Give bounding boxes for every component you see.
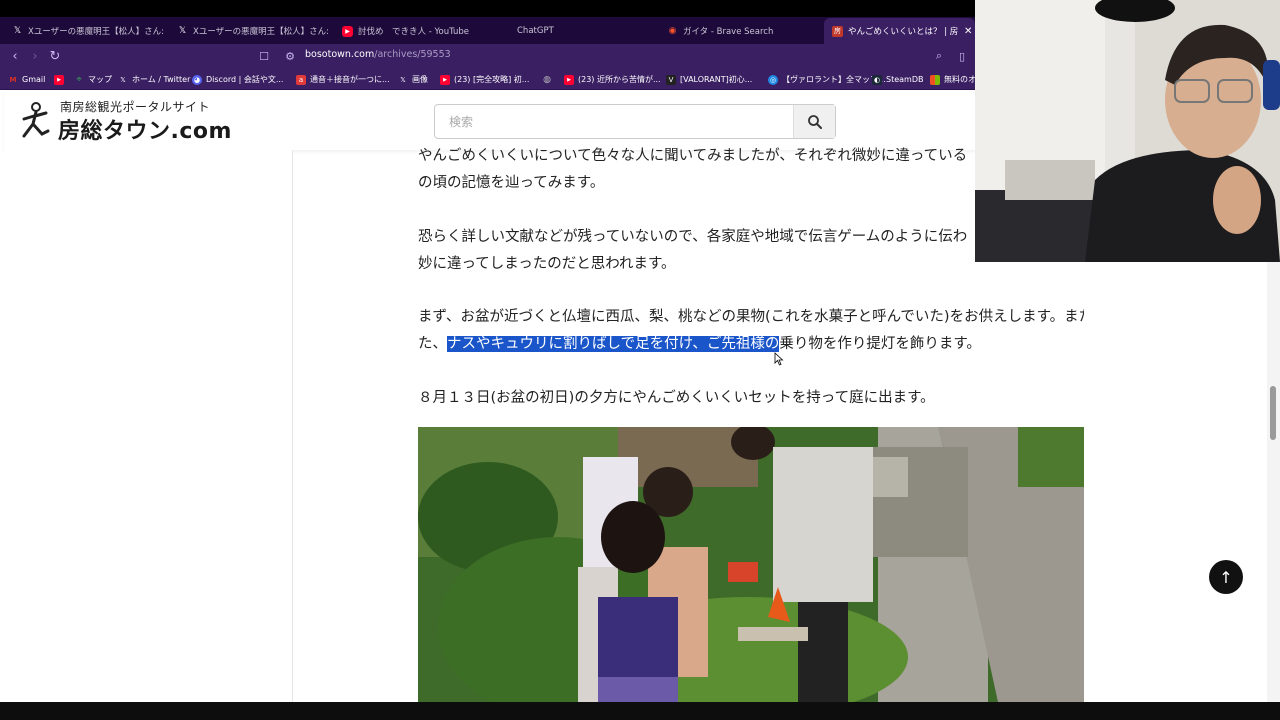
bookmark-steamdb[interactable]: ◐ SteamDB (872, 73, 923, 86)
bookmark-label: 通音＋接音が一つに... (310, 75, 390, 84)
search-button[interactable] (793, 105, 835, 138)
paragraph-3: まず、お盆が近づくと仏壇に西瓜、梨、桃などの果物(これを水菓子と呼んでいた)をお… (418, 304, 1088, 358)
tab-brave-search[interactable]: ◉ ガイタ - Brave Search (659, 20, 824, 42)
bookmark-label: (23) [完全攻略] 初... (454, 75, 530, 84)
steam-icon: ◐ (872, 74, 882, 85)
bookmark-maps[interactable]: ⌖ マップ (74, 73, 112, 86)
youtube-icon: ▶ (54, 74, 64, 85)
compass-icon: ◎ (768, 74, 778, 85)
bookmark-label: SteamDB (886, 75, 924, 84)
forward-icon[interactable]: › (25, 46, 45, 66)
back-icon[interactable]: ‹ (5, 46, 25, 66)
valorant-icon: V (666, 74, 676, 85)
bookmark-label: Gmail (22, 75, 46, 84)
left-sidebar (4, 150, 293, 702)
selected-text-highlight[interactable]: ナスやキュウリに割りばしで足を付け、ご先祖様の (447, 336, 780, 352)
tab-label: Xユーザーの悪魔明王【松人】さん: 「https: (193, 27, 334, 37)
tab-label: Xユーザーの悪魔明王【松人】さん: 「https: (28, 27, 169, 37)
site-logo-text[interactable]: 房総タウン.com (58, 113, 232, 145)
text-line: ８月１３日(お盆の初日)の夕方にやんごめくいくいセットを持って庭に出ます。 (418, 390, 935, 406)
bookmark-label: (23) 近所から苦情が... (578, 75, 661, 84)
x-icon: 𝕏 (13, 26, 22, 36)
windows-icon (930, 74, 940, 85)
zoom-icon[interactable]: ⌕ (931, 48, 947, 64)
bookmark-globe[interactable]: ◍ (542, 73, 556, 86)
bookmark-free[interactable]: 無料のオ (930, 73, 976, 86)
app-icon: a (296, 74, 306, 85)
x-icon: 𝕏 (400, 75, 406, 84)
article-photo (418, 427, 1084, 702)
bookmark-audio[interactable]: a 通音＋接音が一つに... (296, 73, 390, 86)
tab-chatgpt[interactable]: ChatGPT (499, 20, 659, 42)
discord-icon: ◕ (192, 74, 202, 85)
search-box (434, 104, 836, 139)
youtube-icon: ▶ (342, 25, 353, 37)
tab-x-1[interactable]: 𝕏 Xユーザーの悪魔明王【松人】さん: 「https: (4, 20, 169, 42)
bookmark-label: マップ (88, 75, 112, 84)
bookmark-gmail[interactable]: M Gmail (8, 73, 46, 86)
tab-label: 討伐め できき人 - YouTube (358, 27, 470, 37)
x-icon: 𝕏 (120, 75, 126, 84)
search-icon (807, 114, 822, 129)
tab-x-2[interactable]: 𝕏 Xユーザーの悪魔明王【松人】さん: 「https: (169, 20, 334, 42)
bookmark-valorant[interactable]: V [VALORANT]初心... (666, 73, 752, 86)
browser-window: 𝕏 Xユーザーの悪魔明王【松人】さん: 「https: 𝕏 Xユーザーの悪魔明王… (0, 0, 1280, 720)
bookmark-label: Discord | 会話や文... (206, 75, 284, 84)
close-tab-icon[interactable]: ✕ (964, 26, 972, 37)
bookmark-label: ホーム / Twitter (132, 75, 191, 84)
url-field[interactable]: bosotown.com/archives/59553 (305, 49, 451, 60)
url-path: /archives/59553 (374, 49, 451, 60)
mouse-cursor-icon (774, 352, 784, 366)
youtube-icon: ▶ (440, 74, 450, 85)
bookmark-label: 【ヴァロラント】全マップ... (782, 75, 886, 84)
tab-label: やんごめくいくいとは？ | 房総タウン (848, 27, 958, 37)
bookmark-discord[interactable]: ◕ Discord | 会話や文... (192, 73, 283, 86)
reload-icon[interactable]: ↻ (45, 46, 65, 66)
bookmark-icon[interactable]: ☐ (256, 48, 272, 64)
tab-youtube[interactable]: ▶ 討伐め できき人 - YouTube (334, 20, 499, 42)
webcam-overlay (975, 0, 1280, 262)
scrollbar-thumb[interactable] (1270, 386, 1276, 440)
bookmark-label: 画像 (412, 75, 428, 84)
url-host: bosotown.com (305, 49, 375, 60)
arrow-up-icon: ↑ (1219, 567, 1233, 587)
bookmark-label: 無料のオ (944, 75, 976, 84)
bookmark-youtube-complaint[interactable]: ▶ (23) 近所から苦情が... (564, 73, 661, 86)
bookmark-label: [VALORANT]初心... (680, 75, 753, 84)
youtube-icon: ▶ (564, 74, 574, 85)
tab-label: ガイタ - Brave Search (683, 27, 774, 37)
reader-icon[interactable]: ▯ (954, 48, 970, 64)
bookmark-images[interactable]: 𝕏 画像 (398, 73, 428, 86)
text-line: た、ナスやキュウリに割りばしで足を付け、ご先祖様の乗り物を作り提灯を飾ります。 (418, 331, 1088, 358)
site-info-icon[interactable]: ⚙ (282, 48, 298, 64)
gmail-icon: M (9, 75, 17, 84)
globe-icon: ◍ (543, 74, 551, 85)
running-figure-logo-icon[interactable] (18, 101, 54, 141)
brave-icon: ◉ (668, 26, 677, 36)
paragraph-4: ８月１３日(お盆の初日)の夕方にやんごめくいくいセットを持って庭に出ます。 (418, 385, 1088, 412)
map-pin-icon: ⌖ (76, 74, 82, 85)
text-fragment: た、 (418, 336, 447, 352)
tab-label: ChatGPT (517, 26, 554, 36)
bookmark-twitter[interactable]: 𝕏 ホーム / Twitter (118, 73, 190, 86)
search-input[interactable] (435, 105, 793, 138)
text-line: まず、お盆が近づくと仏壇に西瓜、梨、桃などの果物(これを水菓子と呼んでいた)をお… (418, 309, 1084, 325)
bookmark-youtube[interactable]: ▶ (54, 73, 68, 86)
x-icon: 𝕏 (178, 26, 187, 36)
scroll-to-top-button[interactable]: ↑ (1209, 560, 1243, 594)
text-fragment: 乗り物を作り提灯を飾ります。 (779, 336, 981, 352)
bookmark-valorant-maps[interactable]: ◎ 【ヴァロラント】全マップ... (768, 73, 886, 86)
site-favicon-icon: 房 (832, 25, 843, 37)
bottom-bar (0, 702, 1280, 720)
tab-bosotown-active[interactable]: 房 やんごめくいくいとは？ | 房総タウン ✕ (824, 18, 975, 44)
bookmark-youtube-guide[interactable]: ▶ (23) [完全攻略] 初... (440, 73, 529, 86)
